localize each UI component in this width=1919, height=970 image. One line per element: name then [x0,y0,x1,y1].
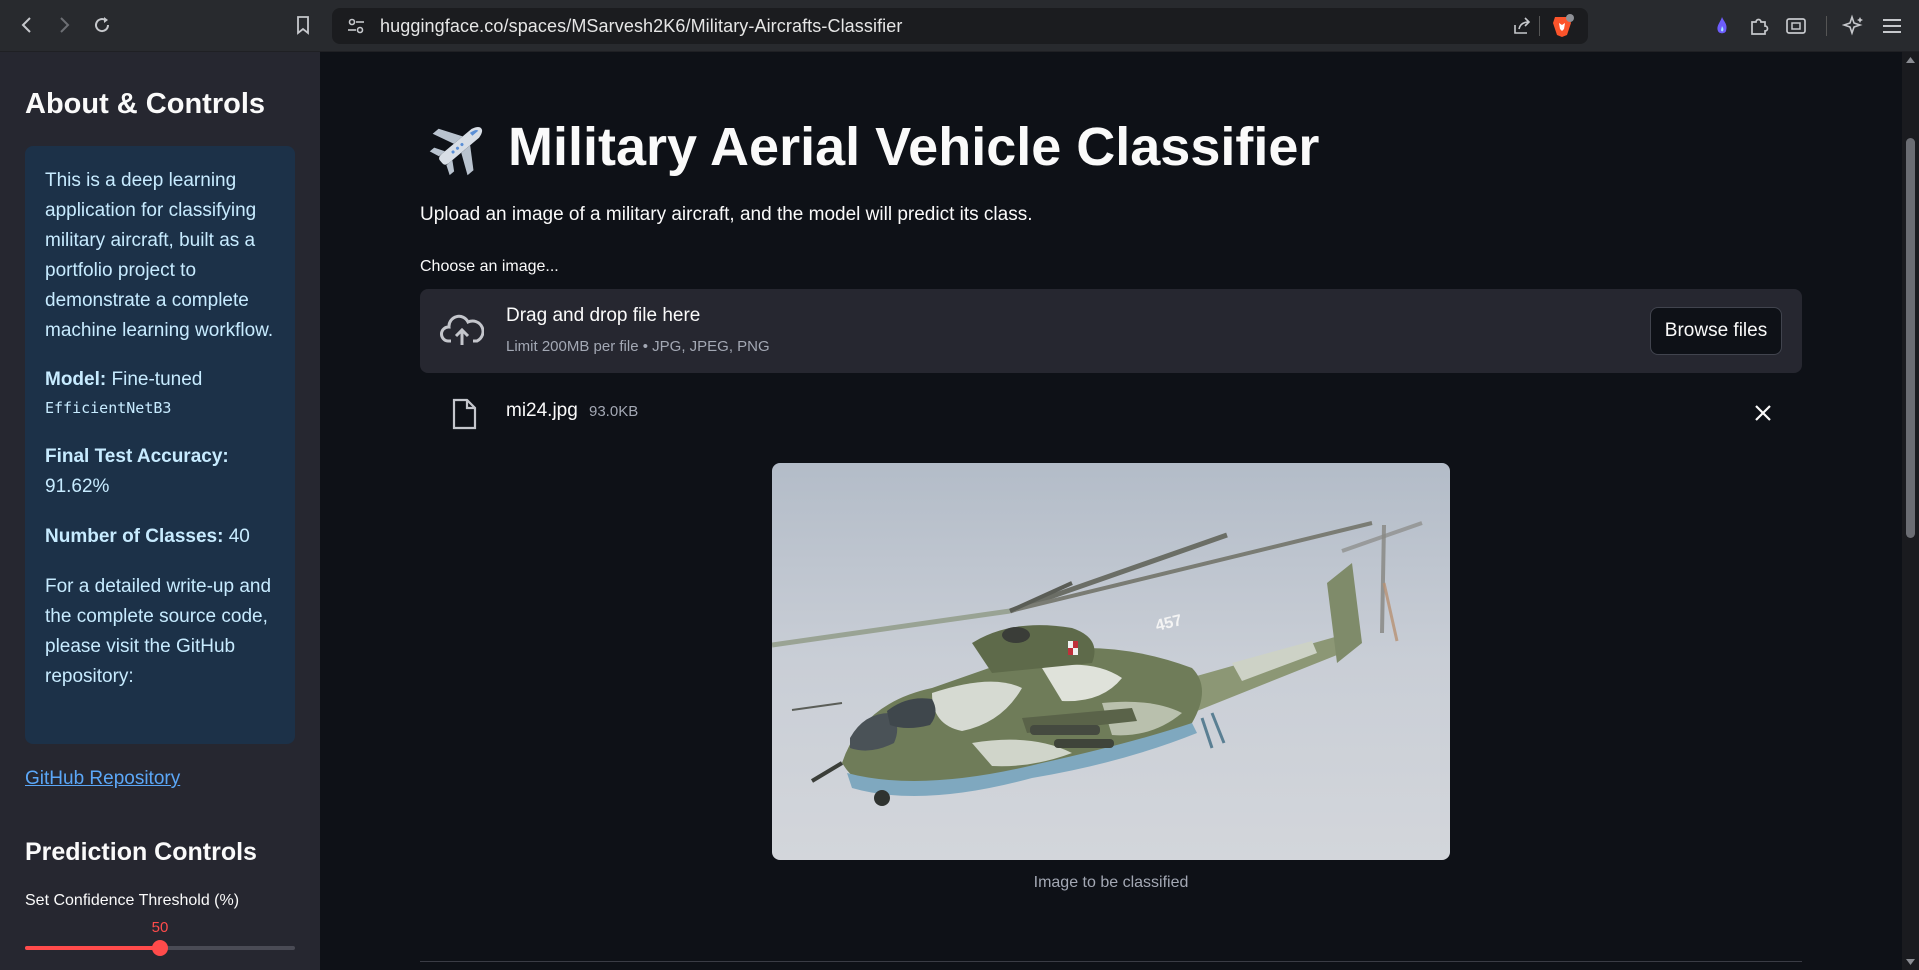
arrow-left-icon [21,17,31,33]
classes-value: 40 [228,526,250,547]
file-icon [452,398,477,430]
close-icon[interactable] [1752,402,1774,424]
model-value: Fine-tuned [111,369,203,390]
page-title-text: Military Aerial Vehicle Classifier [508,117,1320,177]
leo-ai-icon[interactable] [1842,14,1866,38]
confidence-threshold-label: Set Confidence Threshold (%) [25,892,240,909]
scroll-up-arrow-icon[interactable] [1906,56,1915,64]
dropzone-limits: Limit 200MB per file • JPG, JPEG, PNG [506,338,770,355]
uploader-label: Choose an image... [420,258,559,275]
file-name: mi24.jpg [506,400,578,421]
slider-fill [25,946,160,950]
accuracy-label: Final Test Accuracy: [45,446,229,467]
sidebar-title: About & Controls [25,88,266,120]
dropzone-instructions: Drag and drop file here [506,305,701,326]
reload-button[interactable] [88,11,116,39]
file-size: 93.0KB [589,403,639,420]
scrollbar-thumb[interactable] [1906,138,1915,538]
address-bar[interactable]: huggingface.co/spaces/MSarvesh2K6/Milita… [332,8,1588,44]
menu-icon[interactable] [1880,14,1904,38]
share-icon[interactable] [1512,16,1532,36]
image-caption: Image to be classified [1033,874,1189,891]
bookmark-icon [297,16,309,35]
forward-button[interactable] [50,11,78,39]
accuracy-info: Final Test Accuracy: 91.62% [45,442,275,502]
reload-icon [95,17,110,33]
sidebar: About & Controls This is a deep learning… [0,52,320,970]
confidence-threshold-slider[interactable] [25,940,295,956]
accuracy-value: 91.62% [45,476,110,497]
page-title: Military Aerial Vehicle Classifier [428,116,1319,178]
uploaded-file-row: mi24.jpg 93.0KB [420,388,1802,438]
uploaded-image: 457 [772,463,1450,860]
writeup-text: For a detailed write-up and the complete… [45,576,272,687]
github-repository-link[interactable]: GitHub Repository [25,768,180,790]
prediction-controls-title: Prediction Controls [25,838,257,866]
about-intro: This is a deep learning application for … [45,170,274,341]
flame-extension-icon[interactable] [1710,14,1734,38]
classes-label: Number of Classes: [45,526,224,547]
page-subtitle: Upload an image of a military aircraft, … [420,204,1033,225]
classes-info: Number of Classes: 40 [45,522,275,552]
helicopter-photo: 457 [772,463,1450,860]
arrow-right-icon [60,17,70,33]
model-label: Model: [45,369,107,390]
browser-toolbar: huggingface.co/spaces/MSarvesh2K6/Milita… [0,0,1919,52]
slider-thumb[interactable] [152,940,168,956]
url-text[interactable]: huggingface.co/spaces/MSarvesh2K6/Milita… [380,16,903,37]
page-scrollbar[interactable] [1902,52,1919,970]
browse-files-button[interactable]: Browse files [1650,307,1782,355]
bookmark-button[interactable] [289,11,317,39]
extensions-puzzle-icon[interactable] [1747,14,1771,38]
section-divider [420,961,1802,962]
url-separator [1539,16,1540,36]
toolbar-separator [1826,16,1827,36]
model-info: Model: Fine-tuned EfficientNetB3 [45,366,275,422]
file-dropzone[interactable]: Drag and drop file here Limit 200MB per … [420,289,1802,373]
model-code: EfficientNetB3 [45,399,172,417]
main-content: Military Aerial Vehicle Classifier Uploa… [320,52,1902,970]
airplane-emoji-icon [429,126,483,176]
site-settings-icon[interactable] [346,16,366,36]
about-info-box: This is a deep learning application for … [25,146,295,744]
back-button[interactable] [13,11,41,39]
scroll-down-arrow-icon[interactable] [1906,958,1915,966]
cloud-upload-icon [440,314,484,345]
confidence-threshold-value: 50 [151,919,169,936]
wallet-icon[interactable] [1784,14,1808,38]
brave-shields-icon[interactable] [1550,14,1574,38]
